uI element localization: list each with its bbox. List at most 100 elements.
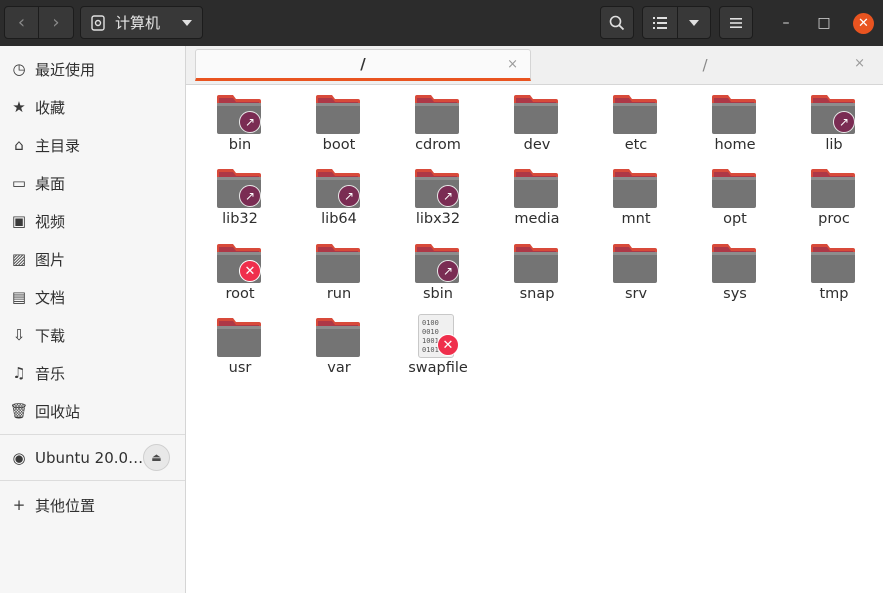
file-item[interactable]: 0100 0010 1001 0101 ✕ swapfile xyxy=(398,314,478,388)
header-bar: ‹ › 计算机 – □ ✕ xyxy=(0,0,883,46)
minimize-icon: – xyxy=(782,15,790,31)
file-name-label: cdrom xyxy=(415,137,461,153)
tab-root[interactable]: / × xyxy=(533,49,877,81)
chevron-down-icon xyxy=(689,19,699,26)
folder-item[interactable]: cdrom xyxy=(398,93,478,165)
file-name-label: home xyxy=(714,137,756,153)
folder-item[interactable]: ↗ libx32 xyxy=(398,167,478,239)
path-label: 计算机 xyxy=(115,14,161,32)
sidebar-item-other-locations[interactable]: + 其他位置 xyxy=(0,487,185,523)
folder-item[interactable]: ✕ root xyxy=(200,242,280,314)
folder-item[interactable]: ↗ lib32 xyxy=(200,167,280,239)
maximize-button[interactable]: □ xyxy=(814,13,834,33)
main-menu-button[interactable] xyxy=(719,6,753,39)
folder-icon xyxy=(514,95,558,134)
folder-item[interactable]: boot xyxy=(299,93,379,165)
sidebar-item-starred[interactable]: ★ 收藏 xyxy=(0,89,185,125)
folder-item[interactable]: opt xyxy=(695,167,775,239)
music-icon: ♫ xyxy=(12,364,26,382)
drive-icon xyxy=(91,14,105,31)
folder-item[interactable]: mnt xyxy=(596,167,676,239)
view-list-button[interactable] xyxy=(642,6,678,39)
folder-item[interactable]: ↗ bin xyxy=(200,93,280,165)
file-name-label: media xyxy=(514,211,560,227)
tab-root-active[interactable]: / × xyxy=(195,49,531,81)
sidebar-item-desktop[interactable]: ▭ 桌面 xyxy=(0,165,185,201)
sidebar-item-label: 主目录 xyxy=(35,136,81,155)
folder-item[interactable]: ↗ lib xyxy=(794,93,874,165)
folder-item[interactable]: usr xyxy=(200,316,280,388)
sidebar-item-label: 其他位置 xyxy=(35,496,96,515)
minimize-button[interactable]: – xyxy=(776,13,796,33)
folder-item[interactable]: etc xyxy=(596,93,676,165)
navigation-buttons: ‹ › xyxy=(4,6,74,39)
file-name-label: sbin xyxy=(423,286,453,302)
video-icon: ▣ xyxy=(11,212,27,230)
sidebar-item-videos[interactable]: ▣ 视频 xyxy=(0,203,185,239)
folder-item[interactable]: ↗ lib64 xyxy=(299,167,379,239)
sidebar-divider xyxy=(0,434,185,435)
forward-button[interactable]: › xyxy=(39,6,74,39)
home-icon: ⌂ xyxy=(14,136,24,154)
sidebar-item-home[interactable]: ⌂ 主目录 xyxy=(0,127,185,163)
no-access-emblem-icon: ✕ xyxy=(437,334,459,356)
picture-icon: ▨ xyxy=(11,250,27,268)
folder-icon xyxy=(514,244,558,283)
folder-icon xyxy=(613,169,657,208)
folder-item[interactable]: var xyxy=(299,316,379,388)
maximize-icon: □ xyxy=(817,15,831,31)
folder-item[interactable]: ↗ sbin xyxy=(398,242,478,314)
close-window-button[interactable]: ✕ xyxy=(853,13,874,34)
sidebar-item-label: 收藏 xyxy=(35,98,66,117)
sidebar-item-pictures[interactable]: ▨ 图片 xyxy=(0,241,185,277)
folder-item[interactable]: dev xyxy=(497,93,577,165)
tab-label: / xyxy=(360,55,366,73)
sidebar-item-downloads[interactable]: ⇩ 下载 xyxy=(0,317,185,353)
chevron-left-icon: ‹ xyxy=(17,12,26,33)
sidebar-item-trash[interactable]: 🗑 回收站 xyxy=(0,393,185,429)
folder-item[interactable]: tmp xyxy=(794,242,874,314)
sidebar-item-label: 视频 xyxy=(35,212,66,231)
folder-item[interactable]: proc xyxy=(794,167,874,239)
sidebar-item-label: 桌面 xyxy=(35,174,66,193)
file-name-label: lib64 xyxy=(321,211,357,227)
plus-icon: + xyxy=(12,496,26,514)
folder-item[interactable]: media xyxy=(497,167,577,239)
folder-item[interactable]: home xyxy=(695,93,775,165)
eject-button[interactable]: ⏏ xyxy=(143,444,170,471)
search-button[interactable] xyxy=(600,6,634,39)
sidebar-item-recent[interactable]: ◷ 最近使用 xyxy=(0,51,185,87)
symlink-emblem-icon: ↗ xyxy=(833,111,855,133)
sidebar-item-label: 文档 xyxy=(35,288,66,307)
file-name-label: lib32 xyxy=(222,211,258,227)
folder-item[interactable]: snap xyxy=(497,242,577,314)
folder-item[interactable]: sys xyxy=(695,242,775,314)
folder-icon xyxy=(811,169,855,208)
sidebar-item-device[interactable]: ◉ Ubuntu 20.0… ⏏ xyxy=(0,440,185,476)
close-tab-icon[interactable]: × xyxy=(854,56,865,71)
symlink-emblem-icon: ↗ xyxy=(239,185,261,207)
file-name-label: sys xyxy=(723,286,747,302)
folder-item[interactable]: run xyxy=(299,242,379,314)
close-icon: ✕ xyxy=(858,16,869,31)
path-bar-button[interactable]: 计算机 xyxy=(80,6,203,39)
file-name-label: snap xyxy=(519,286,555,302)
back-button[interactable]: ‹ xyxy=(4,6,39,39)
folder-icon xyxy=(316,318,360,357)
folder-icon xyxy=(316,95,360,134)
file-name-label: etc xyxy=(624,137,648,153)
file-name-label: proc xyxy=(818,211,850,227)
sidebar-item-label: Ubuntu 20.0… xyxy=(35,449,144,467)
list-view-icon xyxy=(653,16,667,29)
file-name-label: run xyxy=(326,286,352,302)
sidebar-item-music[interactable]: ♫ 音乐 xyxy=(0,355,185,391)
view-options-button[interactable] xyxy=(677,6,711,39)
file-name-label: opt xyxy=(723,211,747,227)
document-icon: ▤ xyxy=(11,288,27,306)
folder-icon xyxy=(217,318,261,357)
folder-item[interactable]: srv xyxy=(596,242,676,314)
file-name-label: lib xyxy=(825,137,843,153)
sidebar-item-label: 最近使用 xyxy=(35,60,96,79)
close-tab-icon[interactable]: × xyxy=(507,57,518,72)
sidebar-item-documents[interactable]: ▤ 文档 xyxy=(0,279,185,315)
